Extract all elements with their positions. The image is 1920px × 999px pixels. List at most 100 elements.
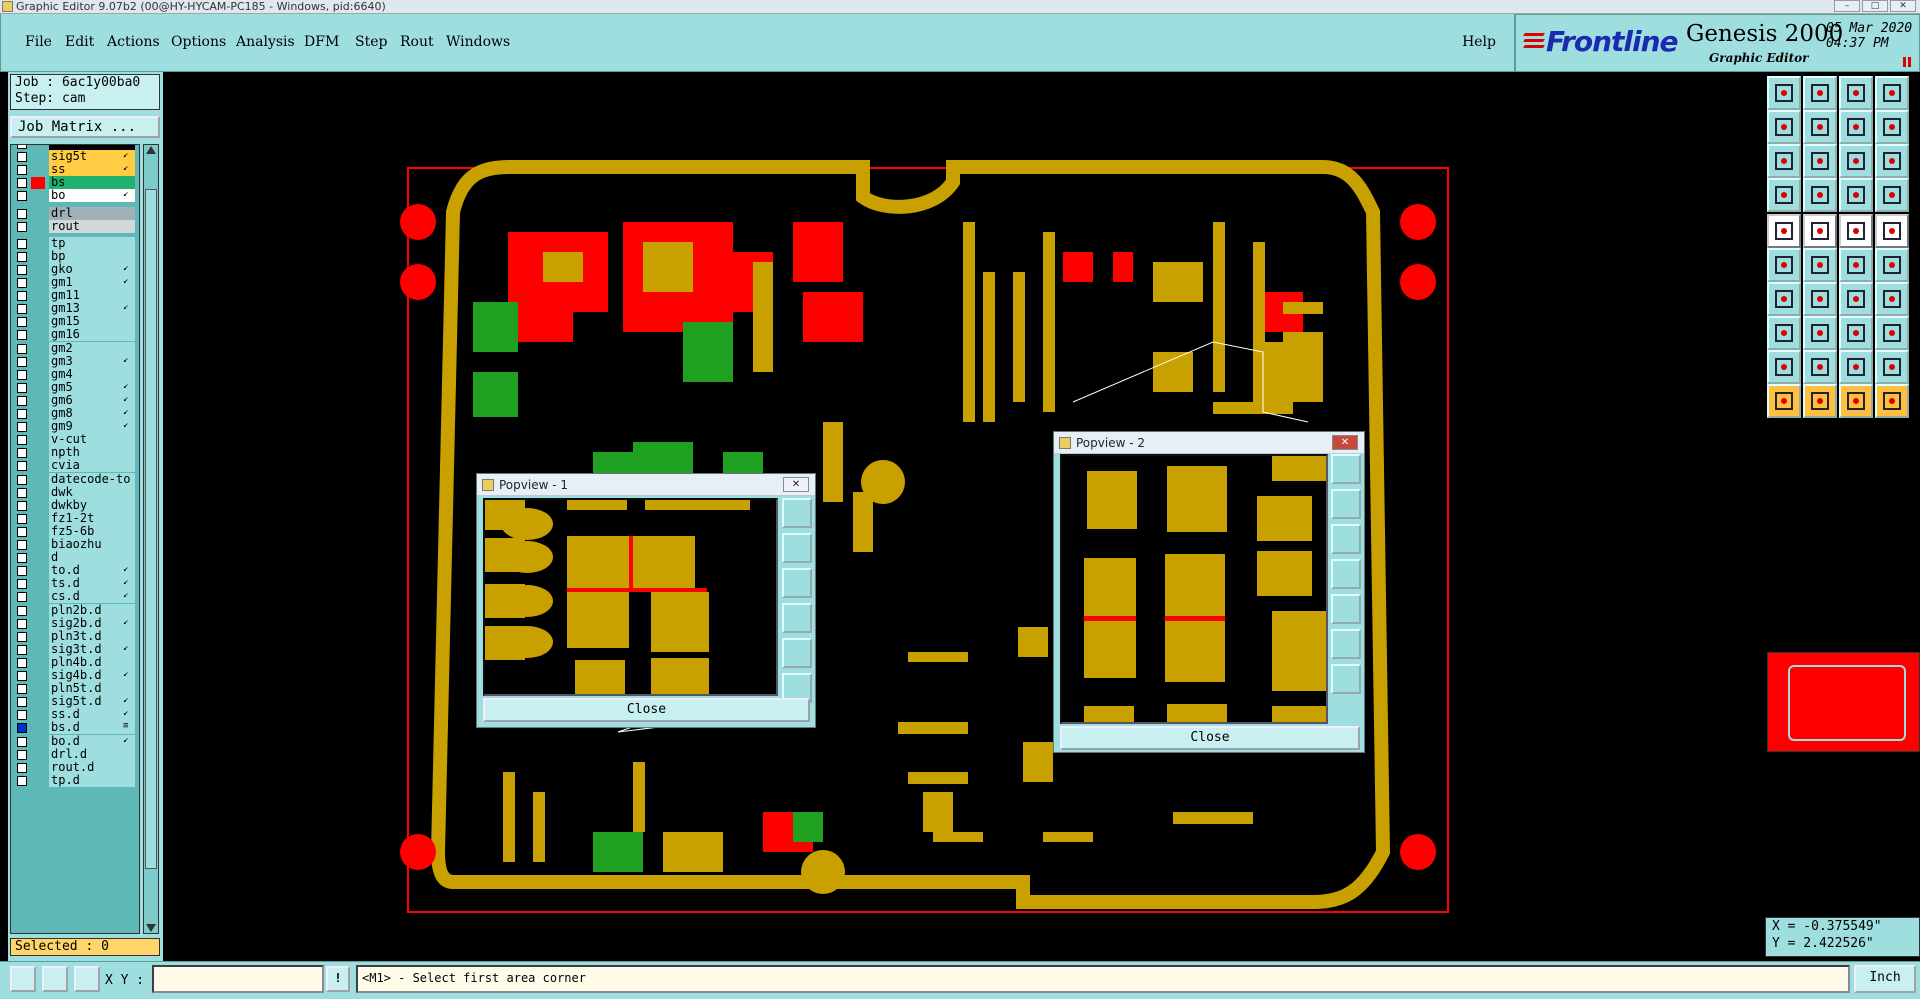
layer-checkbox[interactable] [17,723,27,734]
layer-checkbox[interactable] [17,343,27,354]
snap-mode-button[interactable] [10,966,36,992]
menu-windows[interactable]: Windows [446,34,510,50]
exit-button[interactable] [1875,76,1909,110]
layer-checkbox[interactable] [17,487,27,498]
layer-name[interactable]: drl.d [49,747,135,761]
scroll-up-icon[interactable] [146,146,156,154]
grid-mode-button[interactable] [74,966,100,992]
layer-checkbox[interactable] [17,736,27,747]
layer-row[interactable]: ss ↙ [11,163,139,177]
layer-row[interactable]: bo ↙ [11,189,139,203]
layer-name[interactable]: fz1-2t [49,511,135,525]
layer-checkbox[interactable] [17,644,27,655]
draw-arc-button[interactable] [1767,282,1801,316]
layer-name[interactable]: datecode-to [49,472,135,486]
menu-options[interactable]: Options [171,34,226,50]
layer-checkbox[interactable] [17,671,27,681]
measure-mode-button[interactable] [42,966,68,992]
triangle-a-button[interactable] [1767,350,1801,384]
popview-pan-left-button[interactable] [782,603,812,633]
layer-checkbox[interactable] [17,291,27,302]
delete-button[interactable] [1803,248,1837,282]
layer-name[interactable]: dwkby [49,498,135,512]
layer-checkbox[interactable] [17,165,27,176]
popview-zoom-in-button[interactable] [1331,454,1361,484]
pause-icon[interactable] [1903,57,1911,67]
popview-pan-up-button[interactable] [782,533,812,563]
menu-step[interactable]: Step [355,34,387,50]
layer-name[interactable]: biaozhu [49,538,135,551]
layer-checkbox[interactable] [17,221,27,232]
layer-checkbox[interactable] [17,395,27,406]
popview-1-view[interactable] [483,498,778,696]
maximize-button[interactable]: □ [1862,0,1888,12]
layer-checkbox[interactable] [17,369,27,380]
menu-file[interactable]: File [25,34,52,50]
layer-checkbox[interactable] [17,749,27,760]
select-net2-button[interactable] [1839,384,1873,418]
layer-name[interactable]: dwk [49,485,135,499]
popview-zoom-in-button[interactable] [782,498,812,528]
popview-pan-up-button[interactable] [1331,489,1361,519]
job-matrix-button[interactable]: Job Matrix ... [10,116,160,138]
layer-row[interactable]: bs [11,176,139,190]
menu-edit[interactable]: Edit [65,34,94,50]
layer-name[interactable]: npth [49,446,135,460]
layer-checkbox[interactable] [17,631,27,642]
menu-rout[interactable]: Rout [400,34,434,50]
layer-row[interactable]: gm3 ↙ [11,354,139,369]
popview-2-close-button[interactable]: Close [1060,726,1360,750]
layer-checkbox[interactable] [17,422,27,433]
layer-checkbox[interactable] [17,500,27,511]
layer-row[interactable]: biaozhu [11,538,139,552]
help-button[interactable] [1875,144,1909,178]
layer-checkbox[interactable] [17,553,27,564]
measure-button[interactable] [1767,178,1801,212]
select-net-button[interactable] [1875,316,1909,350]
popview-fit-button[interactable] [1331,629,1361,659]
zoom-next-button[interactable] [1803,110,1837,144]
layer-name[interactable]: pln4b.d [49,655,135,669]
line-width-button[interactable] [1803,316,1837,350]
popview-pan-left-button[interactable] [1331,559,1361,589]
layer-name[interactable]: tp [49,236,135,250]
select-button[interactable] [1767,384,1801,418]
pcb-drawing[interactable] [163,72,1765,961]
select-box-button[interactable] [1803,384,1837,418]
menu-help[interactable]: Help [1462,34,1496,50]
layer-checkbox[interactable] [17,251,27,262]
layer-checkbox[interactable] [17,474,27,485]
overview-map[interactable] [1767,652,1920,752]
layer-name[interactable]: cvia [49,459,135,473]
rotate-button[interactable] [1839,248,1873,282]
triangle-c-button[interactable] [1839,350,1873,384]
layer-checkbox[interactable] [17,540,27,550]
layer-checkbox[interactable] [17,684,27,695]
layer-checkbox[interactable] [17,317,27,328]
layer-row[interactable]: datecode-to [11,472,139,487]
layer-name[interactable]: pln2b.d [49,603,135,617]
swap-view-button[interactable] [1839,110,1873,144]
scroll-thumb[interactable] [145,189,157,869]
layer-name[interactable]: tp.d [49,773,135,787]
alert-icon[interactable]: ! [326,966,350,992]
layer-row[interactable]: gm2 [11,341,139,356]
layer-row[interactable]: gm5 ↙ [11,380,139,395]
layer-checkbox[interactable] [17,605,27,616]
layer-row[interactable]: sig5t ↙ [11,150,139,164]
add-node-button[interactable] [1767,248,1801,282]
scroll-down-icon[interactable] [146,924,156,932]
popview-pan-right-button[interactable] [782,638,812,668]
layer-checkbox[interactable] [17,238,27,249]
layer-checkbox[interactable] [17,356,27,367]
layer-checkbox[interactable] [17,710,27,721]
layer-name[interactable]: gm4 [49,367,135,381]
zoom-prev-button[interactable] [1767,110,1801,144]
layer-checkbox[interactable] [17,461,27,472]
layer-checkbox[interactable] [17,145,27,149]
layer-checkbox[interactable] [17,409,27,419]
layer-name[interactable]: gm2 [49,341,135,355]
graphic-canvas[interactable]: Popview - 1 ✕ Close Popview - 2 ✕ Close [163,72,1765,961]
layer-name[interactable]: rout.d [49,760,135,774]
move-button[interactable] [1767,214,1801,248]
